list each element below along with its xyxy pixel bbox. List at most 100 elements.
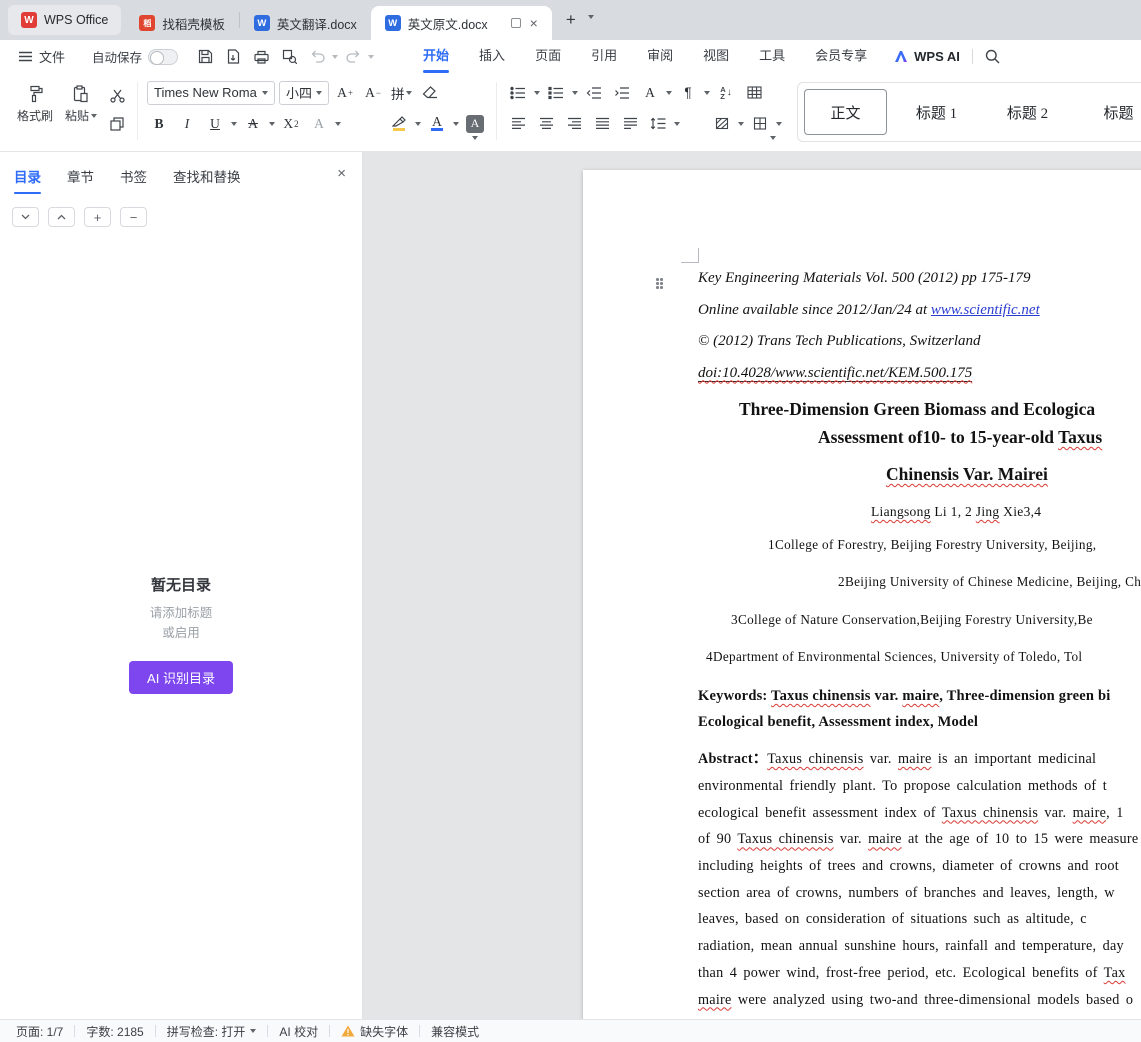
text-effects-chevron-icon[interactable] (335, 122, 341, 126)
page-indicator[interactable]: 页面: 1/7 (16, 1023, 74, 1040)
paragraph-dialog-launcher-icon[interactable] (770, 129, 776, 147)
shading-button[interactable] (710, 112, 734, 135)
font-name-select[interactable]: Times New Roma (147, 81, 275, 105)
numbered-list-chevron-icon[interactable] (572, 91, 578, 95)
font-dialog-launcher-icon[interactable] (472, 129, 478, 147)
paste-button[interactable]: 粘贴 (58, 80, 104, 151)
paragraph-marks-chevron-icon[interactable] (704, 91, 710, 95)
line-spacing-chevron-icon[interactable] (674, 122, 680, 126)
numbered-list-button[interactable] (544, 81, 568, 104)
expand-all-button[interactable] (12, 207, 39, 227)
sidebar-tab[interactable]: 目录 (14, 166, 41, 194)
increase-level-button[interactable]: + (84, 207, 111, 227)
format-painter-button[interactable]: 格式刷 (12, 80, 58, 151)
spellcheck-status[interactable]: 拼写检查: 打开 (156, 1023, 268, 1040)
word-count[interactable]: 字数: 2185 (75, 1023, 154, 1040)
wps-ai-button[interactable]: WPS AI (894, 49, 960, 64)
text-effects-button[interactable]: A (307, 112, 331, 135)
highlight-color-button[interactable] (387, 112, 411, 135)
sort-button[interactable]: AZ↓ (714, 81, 738, 104)
copy-button[interactable] (106, 115, 128, 133)
align-center-button[interactable] (534, 112, 558, 135)
strikethrough-chevron-icon[interactable] (269, 122, 275, 126)
wordart-button[interactable]: A (638, 81, 662, 104)
document-canvas[interactable]: Key Engineering Materials Vol. 500 (2012… (363, 152, 1141, 1019)
style-item[interactable]: 标题 (1077, 89, 1141, 135)
borders-button[interactable] (748, 112, 772, 135)
document-tab[interactable]: 稻找稻壳模板 (125, 6, 239, 40)
missing-font-warning[interactable]: 缺失字体 (330, 1023, 419, 1040)
font-color-button[interactable]: A (425, 112, 449, 135)
distribute-button[interactable] (618, 112, 642, 135)
autosave-toggle[interactable] (148, 49, 178, 65)
underline-button[interactable]: U (203, 112, 227, 135)
print-button[interactable] (248, 45, 274, 69)
sidebar-tab[interactable]: 章节 (67, 166, 94, 194)
undo-button[interactable] (304, 45, 330, 69)
style-item[interactable]: 正文 (804, 89, 887, 135)
shading-chevron-icon[interactable] (738, 122, 744, 126)
borders-chevron-icon[interactable] (776, 122, 782, 126)
bullet-list-chevron-icon[interactable] (534, 91, 540, 95)
increase-indent-button[interactable] (610, 81, 634, 104)
doc-line: Abstract：Taxus chinensis var. maire is a… (698, 746, 1141, 773)
decrease-level-button[interactable]: − (120, 207, 147, 227)
sidebar-tab[interactable]: 查找和替换 (173, 166, 241, 194)
decrease-indent-button[interactable] (582, 81, 606, 104)
align-left-button[interactable] (506, 112, 530, 135)
ribbon-tab[interactable]: 插入 (464, 40, 520, 73)
document-page[interactable]: Key Engineering Materials Vol. 500 (2012… (583, 170, 1141, 1019)
export-pdf-button[interactable] (220, 45, 246, 69)
underline-chevron-icon[interactable] (231, 122, 237, 126)
tab-restore-icon[interactable] (511, 18, 521, 28)
tab-close-icon[interactable]: × (530, 16, 538, 30)
print-preview-button[interactable] (276, 45, 302, 69)
undo-chevron-icon[interactable] (332, 55, 338, 59)
redo-chevron-icon[interactable] (368, 55, 374, 59)
file-menu-button[interactable]: 文件 (10, 47, 74, 66)
style-item[interactable]: 标题 1 (895, 89, 978, 135)
search-button[interactable] (985, 49, 1000, 64)
shrink-font-button[interactable]: A− (361, 81, 385, 104)
highlight-chevron-icon[interactable] (415, 122, 421, 126)
ribbon-tab[interactable]: 工具 (744, 40, 800, 73)
ribbon-tab[interactable]: 页面 (520, 40, 576, 73)
tab-list-chevron-icon[interactable] (588, 8, 594, 26)
sidebar-tab[interactable]: 书签 (120, 166, 147, 194)
save-button[interactable] (192, 45, 218, 69)
align-right-button[interactable] (562, 112, 586, 135)
font-size-select[interactable]: 小四 (279, 81, 329, 105)
collapse-all-button[interactable] (48, 207, 75, 227)
document-tab[interactable]: W英文翻译.docx (240, 6, 371, 40)
pinyin-guide-button[interactable]: 拼 (389, 81, 414, 104)
font-color-chevron-icon[interactable] (453, 122, 459, 126)
justify-button[interactable] (590, 112, 614, 135)
italic-button[interactable]: I (175, 112, 199, 135)
superscript-button[interactable]: X2 (279, 112, 303, 135)
new-tab-button[interactable]: + (566, 10, 576, 30)
ribbon-tab[interactable]: 视图 (688, 40, 744, 73)
ribbon-tab[interactable]: 会员专享 (800, 40, 882, 73)
compatibility-mode[interactable]: 兼容模式 (420, 1023, 490, 1040)
show-paragraph-marks-button[interactable]: ¶ (676, 81, 700, 104)
style-item[interactable]: 标题 2 (986, 89, 1069, 135)
sidebar-close-icon[interactable]: × (337, 166, 346, 181)
ribbon-tab[interactable]: 引用 (576, 40, 632, 73)
cut-button[interactable] (106, 87, 128, 105)
wps-office-menu-button[interactable]: W WPS Office (8, 5, 121, 35)
tab-stops-button[interactable] (742, 81, 766, 104)
status-bar: 页面: 1/7 字数: 2185 拼写检查: 打开 AI 校对 缺失字体 兼容模… (0, 1019, 1141, 1042)
grow-font-button[interactable]: A+ (333, 81, 357, 104)
bold-button[interactable]: B (147, 112, 171, 135)
redo-button[interactable] (340, 45, 366, 69)
clear-format-button[interactable] (418, 81, 442, 104)
ribbon-tab[interactable]: 开始 (408, 40, 464, 73)
document-tab[interactable]: W英文原文.docx× (371, 6, 552, 40)
ribbon-tab[interactable]: 审阅 (632, 40, 688, 73)
ai-recognize-toc-button[interactable]: AI 识别目录 (129, 661, 233, 694)
strikethrough-button[interactable]: A (241, 112, 265, 135)
bullet-list-button[interactable] (506, 81, 530, 104)
line-spacing-button[interactable] (646, 112, 670, 135)
ai-proofread-button[interactable]: AI 校对 (268, 1023, 329, 1040)
wordart-chevron-icon[interactable] (666, 91, 672, 95)
